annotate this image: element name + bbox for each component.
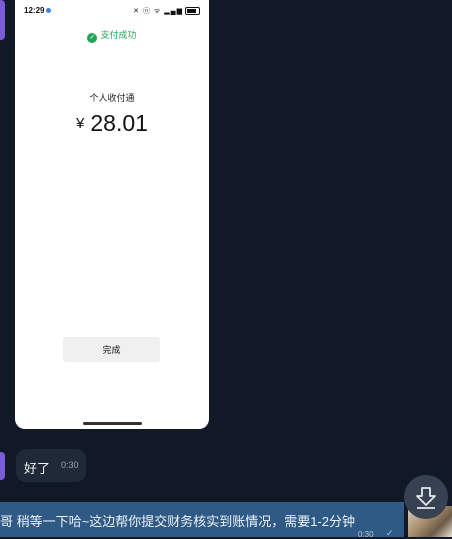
avatar[interactable]: [0, 452, 5, 480]
status-time: 12:29: [24, 6, 45, 15]
message-bubble[interactable]: 哥 稍等一下哈~这边帮你提交财务核实到账情况，需要1-2分钟 0:30 ✓: [0, 502, 404, 539]
signal-icon: ✕ ⓝ ᯤ ▂▄▆: [133, 6, 200, 16]
currency-symbol: ¥: [76, 115, 85, 132]
location-icon: [46, 8, 51, 13]
battery-icon: [185, 7, 200, 16]
message-bubble[interactable]: 好了 0:30: [16, 449, 86, 482]
merchant-name: 个人收付通: [89, 93, 135, 103]
message-text: 哥 稍等一下哈~这边帮你提交财务核实到账情况，需要1-2分钟: [0, 514, 355, 529]
done-button[interactable]: 完成: [63, 337, 160, 362]
home-indicator: [83, 422, 142, 425]
message-time: 0:30: [358, 530, 374, 539]
message-time: 0:30: [61, 460, 79, 470]
status-bar: 12:29 ✕ ⓝ ᯤ ▂▄▆: [15, 5, 209, 17]
scroll-down-button[interactable]: [404, 475, 448, 519]
arrow-down-icon: [416, 487, 436, 509]
payment-status: ✓ 支付成功: [15, 28, 209, 43]
payment-amount: ¥28.01: [15, 110, 209, 137]
amount-value: 28.01: [90, 110, 148, 136]
message-text: 好了: [24, 461, 51, 476]
avatar[interactable]: [0, 0, 5, 40]
read-check-icon: ✓: [386, 528, 394, 538]
check-circle-icon: ✓: [87, 33, 98, 43]
payment-screenshot[interactable]: 12:29 ✕ ⓝ ᯤ ▂▄▆ ✓ 支付成功 个人收付通 ¥28.01 完成: [15, 0, 209, 429]
payment-status-label: 支付成功: [100, 30, 137, 40]
